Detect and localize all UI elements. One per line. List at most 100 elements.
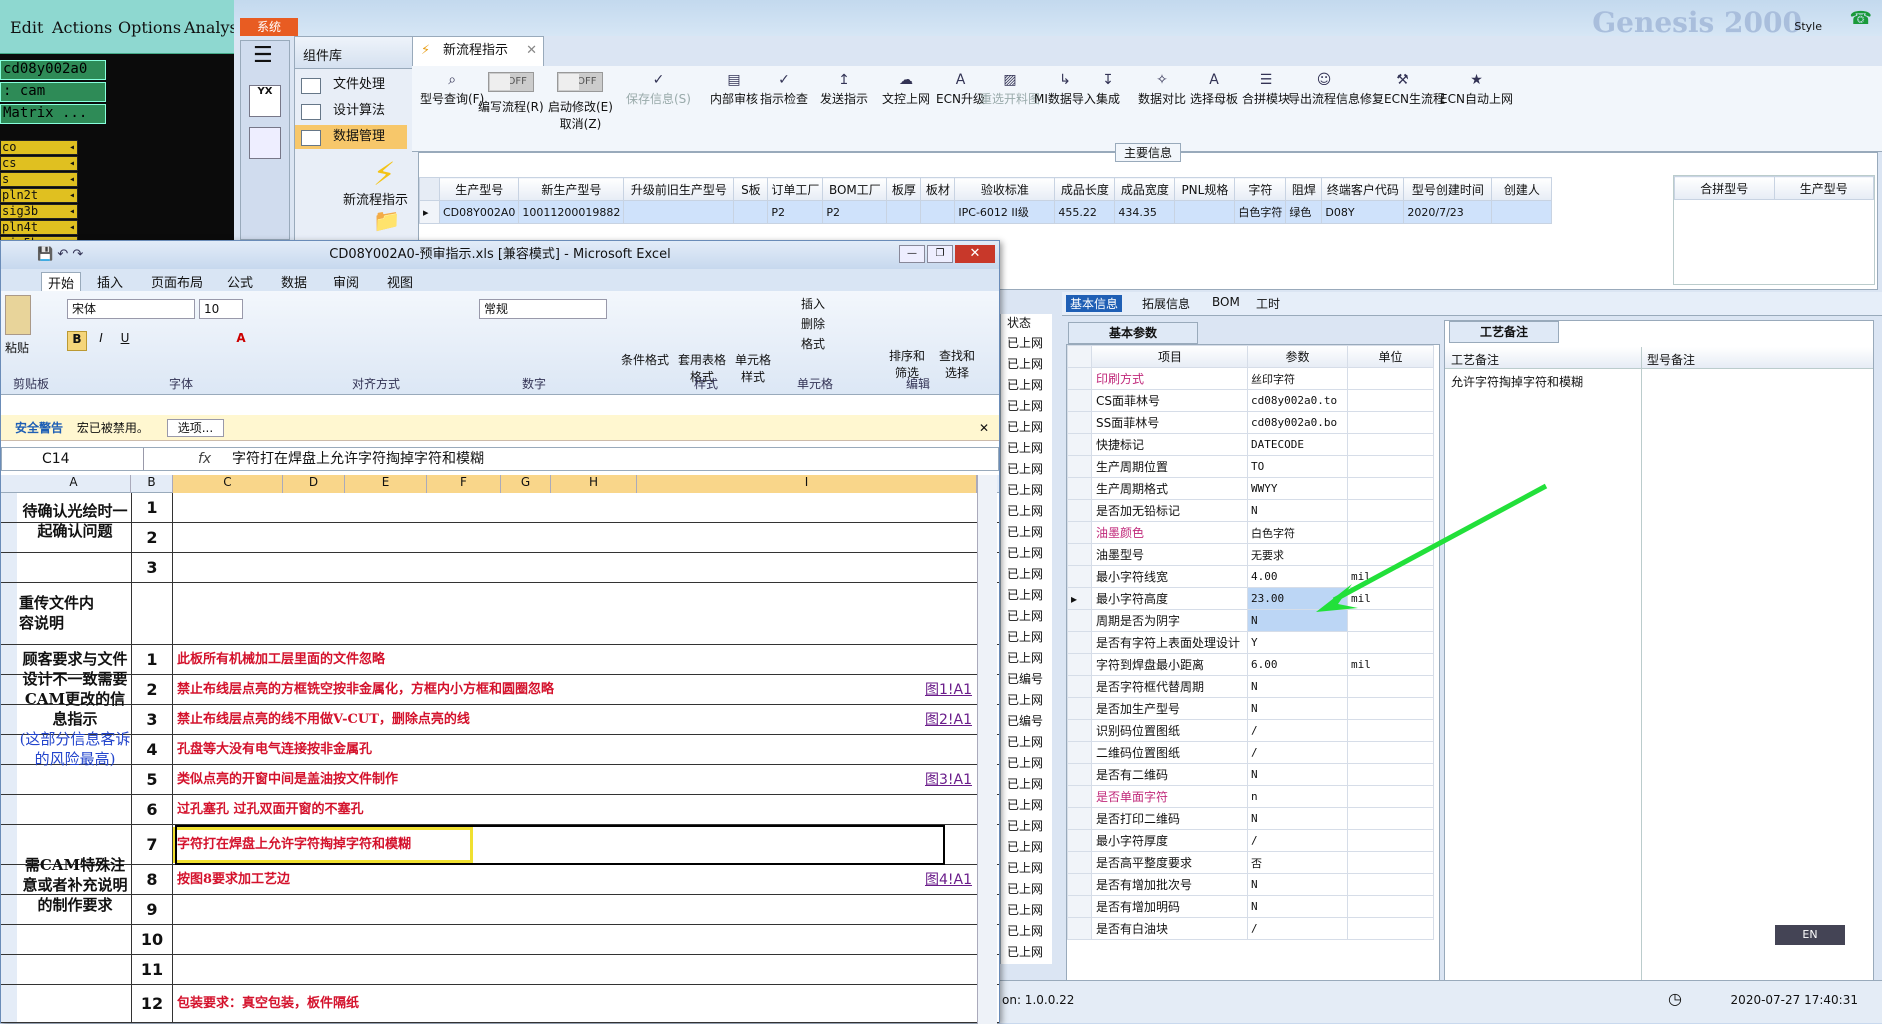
main-cell[interactable]: 绿色 xyxy=(1285,200,1323,224)
main-cell[interactable] xyxy=(623,200,735,224)
main-cell[interactable]: 455.22 xyxy=(1054,200,1116,224)
paste-icon[interactable] xyxy=(5,295,31,335)
param-row[interactable]: 是否高平整度要求否 xyxy=(1067,851,1434,874)
param-row[interactable]: 二维码位置图纸 / xyxy=(1067,741,1434,764)
paste-button[interactable]: 粘贴 xyxy=(5,339,29,356)
main-cell[interactable] xyxy=(1174,200,1236,224)
restore-button[interactable]: ❐ xyxy=(927,245,953,263)
basic-params-tab[interactable]: 基本参数 xyxy=(1066,320,1438,344)
main-cell[interactable]: P2 xyxy=(767,200,824,224)
ribbon-tab-0[interactable]: 开始 xyxy=(41,272,82,293)
column-header[interactable]: I xyxy=(637,475,977,493)
param-value[interactable]: cd08y002a0.to xyxy=(1247,389,1348,412)
underline-button[interactable]: U xyxy=(115,331,135,351)
toolbar-button-11[interactable]: ↧ 集成 xyxy=(1096,72,1120,107)
param-value[interactable]: cd08y002a0.bo xyxy=(1247,411,1348,434)
layer-item[interactable]: sig3b xyxy=(0,204,78,219)
column-header[interactable]: C xyxy=(173,475,283,493)
ribbon-tab-6[interactable]: 视图 xyxy=(387,272,413,291)
toolbar-button-6[interactable]: ↥ 发送指示 xyxy=(820,72,868,107)
ribbon-tab-4[interactable]: 数据 xyxy=(281,272,307,291)
remarks-tab[interactable]: 工艺备注 xyxy=(1449,321,1559,343)
format-cells-button[interactable]: 格式 xyxy=(801,335,825,352)
toolbar-button-3[interactable]: ✓ 保存信息(S) xyxy=(626,72,691,107)
param-value[interactable]: n xyxy=(1247,785,1348,808)
main-cell[interactable]: 白色字符 xyxy=(1234,200,1287,224)
cam-matrix-button[interactable]: Matrix ... xyxy=(0,104,106,124)
cam-job-name[interactable]: cd08y002a0 xyxy=(0,60,106,80)
column-header[interactable]: A xyxy=(17,475,131,493)
param-row[interactable]: 是否有增加明码 N xyxy=(1067,895,1434,918)
param-value[interactable]: N xyxy=(1247,697,1348,720)
main-cell[interactable] xyxy=(733,200,769,224)
toolbar-button-10[interactable]: ↳ MI数据导入 xyxy=(1034,72,1096,107)
figure-link[interactable]: 图2!A1 xyxy=(925,705,972,735)
toolbar-button-12[interactable]: ✧ 数据对比 xyxy=(1138,72,1186,107)
requirement-text[interactable]: 孔盘等大没有电气连接按非金属孔 xyxy=(177,735,372,765)
layer-item[interactable]: cs xyxy=(0,156,78,171)
main-cell[interactable] xyxy=(1491,200,1553,224)
toolbar-button-13[interactable]: A 选择母板 xyxy=(1190,72,1238,107)
phone-icon[interactable]: ☎ xyxy=(1850,8,1872,29)
layer-item[interactable]: pln2t xyxy=(0,188,78,203)
column-header[interactable]: D xyxy=(283,475,345,493)
menu-edit[interactable]: Edit xyxy=(10,18,43,37)
param-value[interactable]: DATECODE xyxy=(1247,433,1348,456)
main-cell[interactable] xyxy=(920,200,956,224)
param-value[interactable]: N xyxy=(1247,763,1348,786)
lib-item-design[interactable]: 设计算法 xyxy=(295,99,407,123)
toggle-switch[interactable]: OFF xyxy=(487,72,534,92)
ribbon-tab-1[interactable]: 插入 xyxy=(97,272,123,291)
param-value[interactable]: 丝印字符 xyxy=(1247,367,1348,390)
options-button[interactable]: 选项... xyxy=(166,419,225,437)
minimize-button[interactable]: — xyxy=(899,245,925,263)
toolbar-button-8[interactable]: A ECN升级 xyxy=(936,72,985,107)
bold-button[interactable]: B xyxy=(67,331,87,351)
toolbar-button-15[interactable]: ☺ 导出流程信息 xyxy=(1288,72,1360,107)
main-cell[interactable]: 434.35 xyxy=(1114,200,1176,224)
param-value[interactable]: / xyxy=(1247,719,1348,742)
param-row[interactable]: 是否有二维码 N xyxy=(1067,763,1434,786)
font-color-icon[interactable]: A xyxy=(231,331,251,351)
delete-cells-button[interactable]: 删除 xyxy=(801,315,825,332)
lib-item-file[interactable]: 文件处理 xyxy=(295,73,407,97)
formula-input[interactable]: 字符打在焊盘上允许字符掏掉字符和模糊 xyxy=(232,448,484,470)
main-cell[interactable] xyxy=(886,200,922,224)
toolbar-button-9[interactable]: ▨ 重选开料图 xyxy=(980,72,1040,107)
requirement-text[interactable]: 类似点亮的开窗中间是盖油按文件制作 xyxy=(177,765,398,795)
italic-button[interactable]: I xyxy=(91,331,111,351)
param-value[interactable]: 6.00 xyxy=(1247,653,1348,676)
requirement-text[interactable]: 按图8要求加工艺边 xyxy=(177,865,290,895)
param-row[interactable]: 是否字符框代替周期 N xyxy=(1067,675,1434,698)
param-value[interactable]: / xyxy=(1247,829,1348,852)
column-header[interactable]: B xyxy=(131,475,173,493)
font-size-select[interactable]: 10 xyxy=(199,299,243,319)
requirement-text[interactable]: 过孔塞孔 过孔双面开窗的不塞孔 xyxy=(177,795,364,825)
toolbar-button-7[interactable]: ☁ 文控上网 xyxy=(882,72,930,107)
conditional-format-button[interactable]: 条件格式 xyxy=(621,351,669,368)
layer-item[interactable]: pln4t xyxy=(0,220,78,235)
column-header[interactable]: H xyxy=(551,475,637,493)
main-cell[interactable]: D08Y xyxy=(1321,200,1405,224)
toolbar-button-17[interactable]: ★ ECN自动上网 xyxy=(1440,72,1513,107)
param-row[interactable]: 识别码位置图纸 / xyxy=(1067,719,1434,742)
main-cell[interactable]: 2020/7/23 xyxy=(1403,200,1493,224)
insert-cells-button[interactable]: 插入 xyxy=(801,295,825,312)
lib-item-data[interactable]: 数据管理 xyxy=(295,125,407,149)
close-icon[interactable]: ✕ xyxy=(526,37,537,65)
vertical-scrollbar[interactable] xyxy=(977,475,997,1024)
remark-text[interactable]: 允许字符掏掉字符和模糊 xyxy=(1451,373,1583,390)
menu-icon[interactable]: ☰ xyxy=(253,43,273,68)
quick-access-icons[interactable]: 💾 ↶ ↷ xyxy=(37,241,83,269)
ime-indicator[interactable]: EN xyxy=(1775,925,1845,945)
main-cell[interactable]: CD08Y002A0 xyxy=(438,200,520,224)
param-row[interactable]: 快捷标记 DATECODE xyxy=(1067,433,1434,456)
requirement-text[interactable]: 此板所有机械加工层里面的文件忽略 xyxy=(177,645,385,675)
param-row[interactable]: 是否加生产型号 N xyxy=(1067,697,1434,720)
param-value[interactable]: N xyxy=(1247,873,1348,896)
param-row[interactable]: 是否有增加批次号 N xyxy=(1067,873,1434,896)
main-cell[interactable]: P2 xyxy=(822,200,888,224)
figure-link[interactable]: 图4!A1 xyxy=(925,865,972,895)
toolbar-button-2[interactable]: OFF 启动修改(E) 取消(Z) xyxy=(548,72,613,132)
column-header[interactable]: F xyxy=(427,475,501,493)
